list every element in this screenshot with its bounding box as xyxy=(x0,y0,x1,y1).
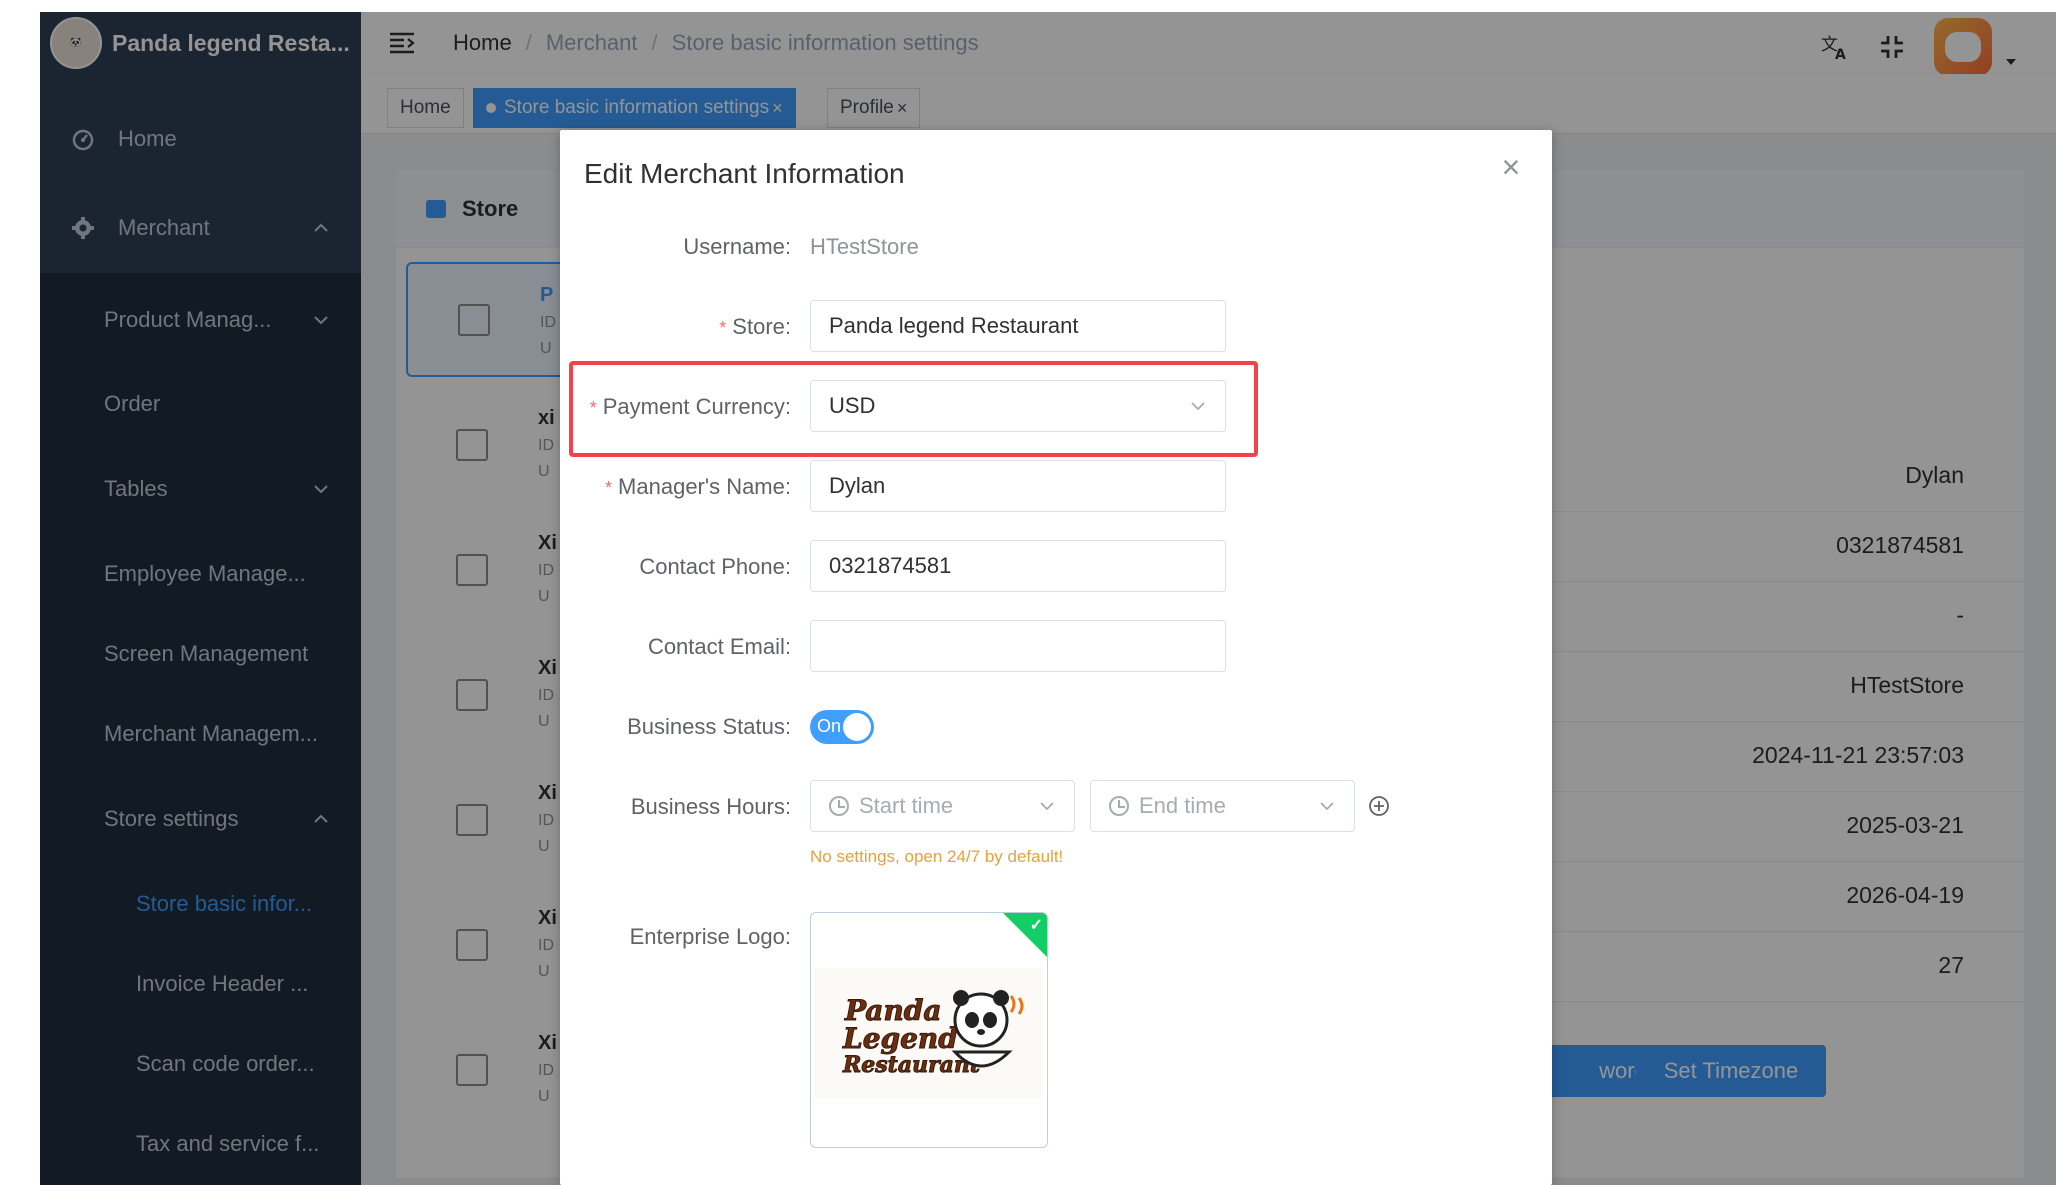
payment-currency-select[interactable]: USD xyxy=(810,380,1226,432)
clock-icon xyxy=(829,796,849,816)
payment-currency-label: * Payment Currency: xyxy=(590,394,791,420)
required-asterisk: * xyxy=(605,478,613,498)
screen-edge xyxy=(0,0,2065,12)
chevron-down-icon xyxy=(1040,802,1054,811)
switch-knob xyxy=(843,713,871,741)
contact-phone-input[interactable]: 0321874581 xyxy=(810,540,1226,592)
picker-placeholder: Start time xyxy=(859,793,954,818)
business-hours-hint: No settings, open 24/7 by default! xyxy=(810,847,1064,866)
manager-name-input[interactable]: Dylan xyxy=(810,460,1226,512)
manager-name-label: * Manager's Name: xyxy=(605,474,791,500)
select-value: USD xyxy=(829,393,876,418)
required-asterisk: * xyxy=(719,318,727,338)
username-label: Username: xyxy=(683,234,791,259)
add-circle-icon[interactable] xyxy=(1367,794,1391,818)
dialog-title: Edit Merchant Information xyxy=(584,158,905,189)
screen-edge xyxy=(0,0,40,1185)
label-text: Store: xyxy=(732,314,791,339)
close-icon[interactable]: × xyxy=(1496,151,1526,183)
clock-icon xyxy=(1109,796,1129,816)
input-value: Dylan xyxy=(829,473,886,498)
edit-merchant-dialog: Edit Merchant Information × Username: HT… xyxy=(560,130,1552,1185)
check-icon: ✓ xyxy=(1029,917,1043,934)
business-status-switch[interactable]: On xyxy=(810,710,874,744)
required-asterisk: * xyxy=(589,398,597,418)
svg-text:Legend: Legend xyxy=(842,1022,958,1055)
logo-upload[interactable]: ✓ Panda Legend Restaurant xyxy=(810,912,1048,1148)
input-value: Panda legend Restaurant xyxy=(829,313,1079,338)
input-value: 0321874581 xyxy=(829,553,952,578)
contact-email-input[interactable] xyxy=(810,620,1226,672)
chevron-down-icon xyxy=(1191,402,1205,411)
enterprise-logo-label: Enterprise Logo: xyxy=(629,924,791,949)
end-time-picker[interactable]: End time xyxy=(1090,780,1355,832)
screen-edge xyxy=(2056,0,2065,1185)
picker-placeholder: End time xyxy=(1139,793,1226,818)
store-input[interactable]: Panda legend Restaurant xyxy=(810,300,1226,352)
label-text: Payment Currency: xyxy=(602,394,791,419)
store-label: * Store: xyxy=(719,314,791,340)
contact-phone-label: Contact Phone: xyxy=(639,554,791,579)
username-value: HTestStore xyxy=(810,234,919,259)
business-status-label: Business Status: xyxy=(627,714,791,739)
label-text: Manager's Name: xyxy=(618,474,791,499)
start-time-picker[interactable]: Start time xyxy=(810,780,1075,832)
contact-email-label: Contact Email: xyxy=(647,634,791,659)
chevron-down-icon xyxy=(1320,802,1334,811)
switch-text: On xyxy=(817,716,842,736)
panda-logo-image: Panda Legend Restaurant xyxy=(815,968,1043,1098)
business-hours-label: Business Hours: xyxy=(630,794,791,819)
